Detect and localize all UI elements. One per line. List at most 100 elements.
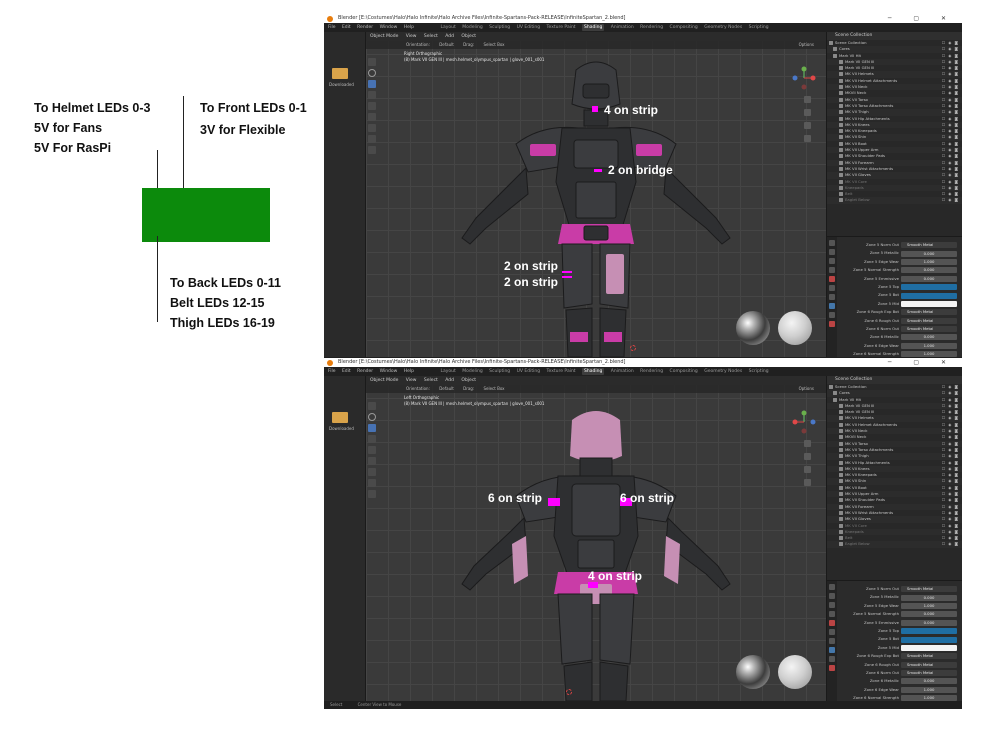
property-value-field[interactable]: 1.000 [901, 258, 957, 265]
tab-shading[interactable]: Shading [582, 24, 605, 31]
tab-compositing[interactable]: Compositing [670, 25, 698, 30]
property-value-field[interactable]: 0.000 [901, 619, 957, 626]
property-value-field[interactable]: 0.000 [901, 594, 957, 601]
visibility-toggle-icon[interactable]: ☐ ◉ ◙ [942, 197, 959, 203]
visibility-toggle-icon[interactable]: ☐ ◉ ◙ [942, 541, 959, 547]
menu-help[interactable]: Help [404, 369, 414, 374]
render-tab-icon[interactable] [829, 249, 835, 255]
menu-render[interactable]: Render [357, 369, 373, 374]
outliner-row[interactable]: Eaglet Below ☐ ◉ ◙ [827, 197, 962, 204]
world-tab-icon[interactable] [829, 285, 835, 291]
tab-shading[interactable]: Shading [582, 368, 605, 375]
scene-tab-icon[interactable] [829, 276, 835, 282]
menu-edit[interactable]: Edit [342, 25, 351, 30]
window-controls[interactable]: ─ ▢ ✕ [888, 358, 956, 367]
property-value-field[interactable]: Smooth Metal [901, 661, 957, 668]
folder-icon[interactable] [332, 68, 348, 79]
property-value-field[interactable]: 1.000 [901, 602, 957, 609]
property-value-field[interactable]: 1.000 [901, 342, 957, 349]
property-value-field[interactable] [901, 644, 957, 651]
navigation-gizmo-icon[interactable] [792, 66, 816, 90]
tab-scripting[interactable]: Scripting [749, 25, 769, 30]
view-layer-tab-icon[interactable] [829, 267, 835, 273]
material-tab-icon[interactable] [829, 665, 835, 671]
property-value-field[interactable]: 0.000 [901, 275, 957, 282]
physics-tab-icon[interactable] [829, 656, 835, 662]
menu-render[interactable]: Render [357, 25, 373, 30]
property-value-field[interactable]: Smooth Metal [901, 326, 957, 333]
property-value-field[interactable]: Smooth Metal [901, 653, 957, 660]
property-value-field[interactable]: 0.000 [901, 267, 957, 274]
property-value-field[interactable] [901, 300, 957, 307]
property-value-field[interactable]: 0.000 [901, 611, 957, 618]
physics-tab-icon[interactable] [829, 312, 835, 318]
tab-animation[interactable]: Animation [611, 25, 634, 30]
tab-modeling[interactable]: Modeling [462, 25, 482, 30]
object-tab-icon[interactable] [829, 638, 835, 644]
tab-geometry-nodes[interactable]: Geometry Nodes [704, 25, 742, 30]
tab-rendering[interactable]: Rendering [640, 369, 663, 374]
output-tab-icon[interactable] [829, 602, 835, 608]
material-tab-icon[interactable] [829, 321, 835, 327]
zoom-icon[interactable] [804, 96, 811, 103]
property-value-field[interactable] [901, 284, 957, 291]
property-value-field[interactable] [901, 292, 957, 299]
pan-hand-icon[interactable] [804, 109, 811, 116]
property-value-field[interactable]: Smooth Metal [901, 670, 957, 677]
tab-modeling[interactable]: Modeling [462, 369, 482, 374]
property-value-field[interactable] [901, 636, 957, 643]
camera-icon[interactable] [804, 466, 811, 473]
folder-icon[interactable] [332, 412, 348, 423]
grid-icon[interactable] [804, 479, 811, 486]
tool-tab-icon[interactable] [829, 240, 835, 246]
tab-sculpting[interactable]: Sculpting [489, 25, 510, 30]
3d-viewport[interactable]: Object Mode View Select Add Object Orien… [366, 376, 826, 701]
grid-icon[interactable] [804, 135, 811, 142]
tab-sculpting[interactable]: Sculpting [489, 369, 510, 374]
property-value-field[interactable]: Smooth Metal [901, 586, 957, 593]
property-value-field[interactable]: Smooth Metal [901, 309, 957, 316]
property-value-field[interactable]: Smooth Metal [901, 242, 957, 249]
output-tab-icon[interactable] [829, 258, 835, 264]
view-layer-tab-icon[interactable] [829, 611, 835, 617]
annotation-bridge: 2 on bridge [608, 163, 673, 177]
tab-scripting[interactable]: Scripting [749, 369, 769, 374]
menu-file[interactable]: File [328, 25, 336, 30]
tab-texture-paint[interactable]: Texture Paint [547, 25, 576, 30]
menu-file[interactable]: File [328, 369, 336, 374]
tab-geometry-nodes[interactable]: Geometry Nodes [704, 369, 742, 374]
menu-help[interactable]: Help [404, 25, 414, 30]
zoom-icon[interactable] [804, 440, 811, 447]
property-value-field[interactable]: 0.000 [901, 334, 957, 341]
camera-icon[interactable] [804, 122, 811, 129]
menu-window[interactable]: Window [380, 369, 398, 374]
property-value-field[interactable] [901, 628, 957, 635]
tab-uv-editing[interactable]: UV Editing [517, 369, 540, 374]
property-value-field[interactable]: Smooth Metal [901, 317, 957, 324]
tab-texture-paint[interactable]: Texture Paint [547, 369, 576, 374]
modifier-tab-icon[interactable] [829, 647, 835, 653]
menu-edit[interactable]: Edit [342, 369, 351, 374]
scene-tab-icon[interactable] [829, 620, 835, 626]
tab-rendering[interactable]: Rendering [640, 25, 663, 30]
pan-hand-icon[interactable] [804, 453, 811, 460]
tab-uv-editing[interactable]: UV Editing [517, 25, 540, 30]
property-value-field[interactable]: 0.000 [901, 678, 957, 685]
outliner-row[interactable]: Eaglet Below ☐ ◉ ◙ [827, 541, 962, 548]
window-title: Blender [E:\Costumes\Halo\Halo Infinite\… [338, 359, 626, 365]
tab-compositing[interactable]: Compositing [670, 369, 698, 374]
tab-layout[interactable]: Layout [440, 25, 455, 30]
menu-window[interactable]: Window [380, 25, 398, 30]
navigation-gizmo-icon[interactable] [792, 410, 816, 434]
window-controls[interactable]: ─ ▢ ✕ [888, 14, 956, 23]
world-tab-icon[interactable] [829, 629, 835, 635]
tab-layout[interactable]: Layout [440, 369, 455, 374]
3d-viewport[interactable]: Object Mode View Select Add Object Orien… [366, 32, 826, 357]
tab-animation[interactable]: Animation [611, 369, 634, 374]
modifier-tab-icon[interactable] [829, 303, 835, 309]
property-value-field[interactable]: 1.000 [901, 686, 957, 693]
render-tab-icon[interactable] [829, 593, 835, 599]
property-value-field[interactable]: 0.000 [901, 250, 957, 257]
tool-tab-icon[interactable] [829, 584, 835, 590]
object-tab-icon[interactable] [829, 294, 835, 300]
